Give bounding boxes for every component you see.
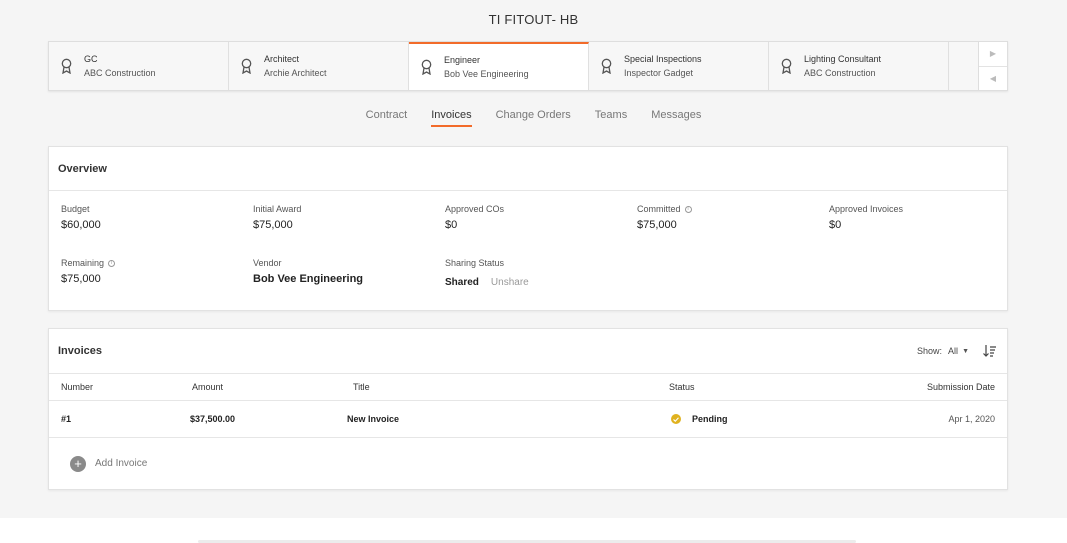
sort-icon[interactable] — [983, 345, 997, 357]
column-header[interactable]: Amount — [192, 382, 223, 392]
invoice-number: #1 — [61, 414, 72, 424]
remaining-field: Remaining i $75,000 — [61, 258, 116, 285]
roles-spacer — [949, 42, 978, 90]
add-invoice-label: Add Invoice — [95, 458, 148, 469]
committed-field: Committed i $75,000 — [637, 204, 692, 231]
invoices-panel: Invoices Show: All ▼ Number Amount Title… — [48, 328, 1008, 490]
role-title: Engineer — [444, 55, 481, 65]
chevron-right-icon[interactable]: ▶ — [979, 42, 1007, 66]
role-subtitle: Archie Architect — [264, 68, 327, 78]
tab-invoices[interactable]: Invoices — [431, 109, 472, 127]
pending-icon — [671, 414, 681, 424]
approved-invoices-label: Approved Invoices — [829, 204, 904, 214]
award-icon — [239, 57, 253, 75]
role-card-lighting-consultant[interactable]: Lighting Consultant ABC Construction — [769, 42, 949, 90]
role-title: GC — [84, 54, 98, 64]
add-invoice-button[interactable]: + Add Invoice — [49, 438, 1007, 489]
budget-value: $60,000 — [61, 219, 101, 231]
plus-icon: + — [70, 455, 86, 472]
overview-title: Overview — [49, 147, 1007, 191]
invoice-amount: $37,500.00 — [190, 414, 236, 424]
invoice-date: Apr 1, 2020 — [948, 414, 995, 424]
budget-label: Budget — [61, 204, 90, 214]
roles-nav: ▶ ◀ — [978, 42, 1007, 90]
sharing-status-field: Sharing Status Shared Unshare — [445, 258, 529, 288]
column-header[interactable]: Submission Date — [927, 382, 995, 392]
role-subtitle: ABC Construction — [804, 68, 876, 78]
role-subtitle: ABC Construction — [84, 68, 156, 78]
role-card-gc[interactable]: GC ABC Construction — [49, 42, 229, 90]
sharing-status-label: Sharing Status — [445, 258, 505, 268]
approved-invoices-value: $0 — [829, 219, 842, 231]
role-subtitle: Bob Vee Engineering — [444, 69, 529, 79]
footer-area — [0, 518, 1067, 543]
award-icon — [779, 57, 793, 75]
sharing-toggle: Shared Unshare — [445, 277, 529, 288]
budget-field: Budget $60,000 — [61, 204, 101, 231]
shared-option[interactable]: Shared — [445, 277, 479, 288]
approved-cos-field: Approved COs $0 — [445, 204, 504, 231]
vendor-field: Vendor Bob Vee Engineering — [253, 258, 363, 285]
committed-value: $75,000 — [637, 219, 677, 231]
initial-award-label: Initial Award — [253, 204, 302, 214]
initial-award-field: Initial Award $75,000 — [253, 204, 301, 231]
info-icon[interactable]: i — [108, 259, 116, 267]
column-header[interactable]: Number — [61, 382, 93, 392]
role-title: Special Inspections — [624, 54, 702, 64]
invoices-title: Invoices — [58, 345, 103, 357]
tab-messages[interactable]: Messages — [651, 109, 701, 127]
award-icon — [59, 57, 73, 75]
page-title: TI FITOUT- HB — [488, 12, 579, 27]
caret-down-icon: ▼ — [962, 347, 969, 355]
table-row[interactable]: #1 $37,500.00 New Invoice Pending Apr 1,… — [49, 401, 1007, 438]
tab-bar: Contract Invoices Change Orders Teams Me… — [0, 109, 1067, 127]
approved-invoices-field: Approved Invoices $0 — [829, 204, 903, 231]
role-card-special-inspections[interactable]: Special Inspections Inspector Gadget — [589, 42, 769, 90]
table-header: Number Amount Title Status Submission Da… — [49, 374, 1007, 401]
role-card-architect[interactable]: Architect Archie Architect — [229, 42, 409, 90]
unshare-option[interactable]: Unshare — [491, 277, 529, 288]
column-header[interactable]: Title — [353, 382, 370, 392]
invoices-header: Invoices Show: All ▼ — [49, 329, 1007, 374]
invoice-title: New Invoice — [347, 414, 400, 424]
vendor-label: Vendor — [253, 258, 282, 268]
initial-award-value: $75,000 — [253, 219, 293, 231]
role-subtitle: Inspector Gadget — [624, 68, 694, 78]
committed-label: Committed — [637, 204, 681, 214]
role-title: Architect — [264, 54, 300, 64]
tab-contract[interactable]: Contract — [366, 109, 408, 127]
award-icon — [599, 57, 613, 75]
remaining-label: Remaining — [61, 258, 105, 268]
show-label: Show: — [917, 346, 943, 356]
role-card-engineer[interactable]: Engineer Bob Vee Engineering — [409, 42, 589, 90]
chevron-left-icon[interactable]: ◀ — [979, 65, 1007, 91]
approved-cos-label: Approved COs — [445, 204, 505, 214]
tab-change-orders[interactable]: Change Orders — [496, 109, 571, 127]
approved-cos-value: $0 — [445, 219, 458, 231]
roles-bar: GC ABC Construction Architect Archie Arc… — [48, 41, 1008, 91]
vendor-value: Bob Vee Engineering — [253, 273, 364, 285]
remaining-value: $75,000 — [61, 273, 101, 285]
info-icon[interactable]: i — [684, 205, 692, 213]
column-header[interactable]: Status — [669, 382, 695, 392]
tab-teams[interactable]: Teams — [595, 109, 627, 127]
overview-panel: Overview Budget $60,000 Initial Award $7… — [48, 146, 1008, 311]
invoice-status: Pending — [692, 414, 728, 424]
show-filter-select[interactable]: All ▼ — [948, 346, 969, 356]
show-filter-value: All — [948, 346, 959, 356]
role-title: Lighting Consultant — [804, 54, 882, 64]
award-icon — [419, 58, 433, 76]
